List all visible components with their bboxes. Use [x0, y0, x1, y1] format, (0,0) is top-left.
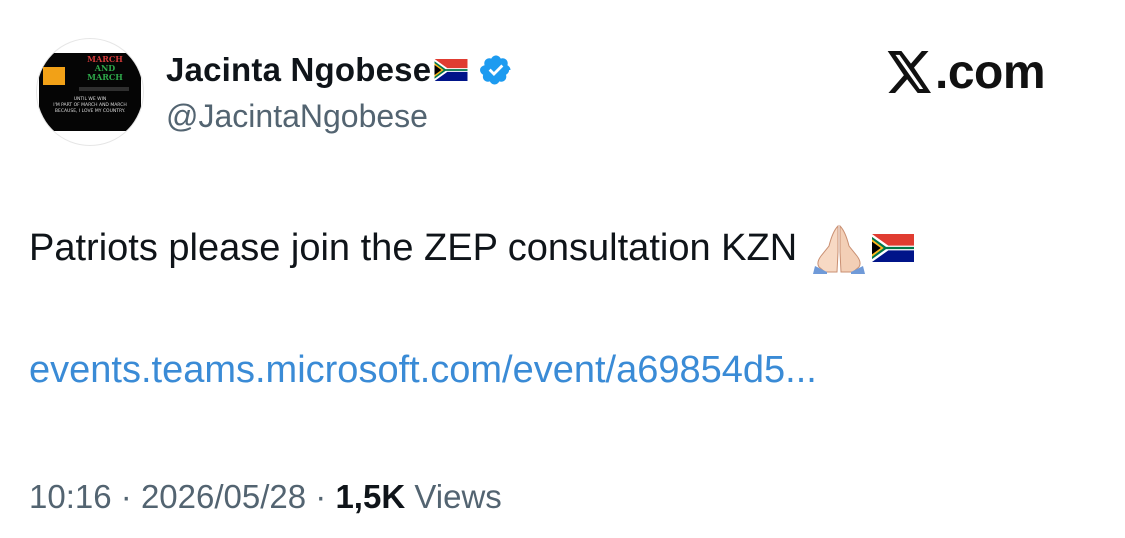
- x-logo-icon: [887, 51, 931, 93]
- south-africa-flag-icon: [872, 234, 915, 262]
- tweet-time[interactable]: 10:16: [29, 478, 112, 515]
- avatar-orange-block: [43, 67, 65, 85]
- avatar-caption-block: UNTIL WE WIN I'M PART OF MARCH AND MARCH…: [43, 97, 137, 115]
- views-label: Views: [414, 478, 502, 515]
- tweet-meta: 10:16 · 2026/05/28 · 1,5K Views: [29, 478, 502, 516]
- tweet-text: Patriots please join the ZEP consultatio…: [29, 222, 915, 274]
- author-row[interactable]: Jacinta Ngobese: [166, 48, 513, 92]
- x-brand: .com: [887, 44, 1046, 100]
- meta-separator: ·: [120, 478, 132, 515]
- views-count: 1,5K: [335, 478, 406, 515]
- author-handle[interactable]: @JacintaNgobese: [166, 98, 428, 135]
- author-name[interactable]: Jacinta Ngobese: [166, 51, 431, 89]
- avatar-title: MARCH AND MARCH: [73, 55, 137, 87]
- south-africa-flag-icon: [434, 59, 468, 81]
- avatar-line-3: MARCH: [87, 72, 123, 82]
- avatar-image: MARCH AND MARCH UNTIL WE WIN I'M PART OF…: [39, 53, 141, 131]
- tweet-text-content: Patriots please join the ZEP consultatio…: [29, 227, 798, 269]
- avatar-strip: [79, 87, 129, 91]
- tweet-card: MARCH AND MARCH UNTIL WE WIN I'M PART OF…: [0, 0, 1125, 538]
- avatar[interactable]: MARCH AND MARCH UNTIL WE WIN I'M PART OF…: [36, 38, 144, 146]
- meta-separator: ·: [315, 478, 327, 515]
- avatar-caption: I'M PART OF MARCH AND MARCH BECAUSE, I L…: [53, 103, 127, 114]
- tweet-date[interactable]: 2026/05/28: [141, 478, 306, 515]
- x-brand-text: .com: [935, 45, 1046, 99]
- verified-badge-icon: [480, 55, 511, 85]
- praying-hands-icon: [813, 224, 866, 274]
- event-link[interactable]: events.teams.microsoft.com/event/a69854d…: [29, 346, 817, 394]
